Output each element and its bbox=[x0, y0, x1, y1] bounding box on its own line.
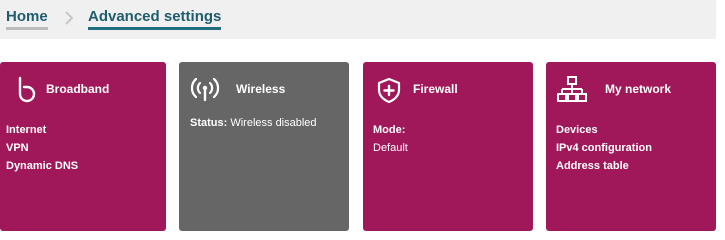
breadcrumb: Home Advanced settings bbox=[0, 0, 716, 39]
card-title-firewall: Firewall bbox=[413, 82, 458, 96]
card-wireless[interactable]: Wireless Status: Wireless disabled bbox=[179, 62, 349, 231]
breadcrumb-home-link[interactable]: Home bbox=[6, 8, 48, 30]
wireless-status-label: Status: bbox=[190, 117, 228, 129]
network-tree-icon bbox=[556, 74, 588, 106]
card-broadband[interactable]: Broadband Internet VPN Dynamic DNS bbox=[0, 62, 166, 231]
chevron-right-icon bbox=[65, 11, 74, 25]
broadband-icon bbox=[10, 74, 42, 106]
link-address-table[interactable]: Address table bbox=[556, 157, 652, 175]
link-dynamic-dns[interactable]: Dynamic DNS bbox=[6, 157, 78, 175]
wireless-status: Status: Wireless disabled bbox=[190, 114, 317, 132]
card-title-wireless: Wireless bbox=[236, 82, 286, 96]
firewall-mode-value: Default bbox=[373, 142, 408, 154]
card-firewall[interactable]: Firewall Mode: Default bbox=[363, 62, 533, 231]
card-title-broadband: Broadband bbox=[46, 82, 110, 96]
link-ipv4-configuration[interactable]: IPv4 configuration bbox=[556, 139, 652, 157]
shield-plus-icon bbox=[373, 74, 405, 106]
wireless-signal-icon bbox=[189, 74, 221, 106]
link-devices[interactable]: Devices bbox=[556, 121, 652, 139]
wireless-status-value: Wireless disabled bbox=[230, 117, 317, 129]
breadcrumb-advanced-settings-link[interactable]: Advanced settings bbox=[88, 8, 222, 30]
link-vpn[interactable]: VPN bbox=[6, 139, 78, 157]
card-title-my-network: My network bbox=[605, 82, 672, 96]
link-internet[interactable]: Internet bbox=[6, 121, 78, 139]
card-my-network[interactable]: My network Devices IPv4 configuration Ad… bbox=[546, 62, 716, 231]
firewall-mode-label: Mode: bbox=[373, 124, 406, 136]
